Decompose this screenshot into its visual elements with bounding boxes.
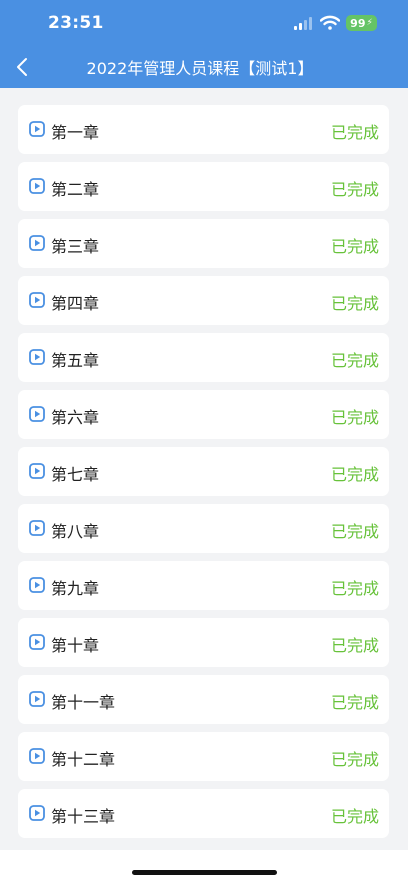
play-video-icon — [29, 178, 45, 194]
chapter-row[interactable]: 第十一章 已完成 — [18, 675, 389, 724]
header: 23:51 99 ⚡ 2022年管理人员课程【测试1】 — [0, 0, 408, 88]
chapter-row[interactable]: 第十三章 已完成 — [18, 789, 389, 838]
bottom-safe-area — [0, 850, 408, 883]
chapter-row[interactable]: 第五章 已完成 — [18, 333, 389, 382]
play-video-icon — [29, 805, 45, 821]
chapter-title: 第十三章 — [51, 807, 116, 826]
chapter-status: 已完成 — [330, 750, 379, 769]
chapter-row[interactable]: 第一章 已完成 — [18, 105, 389, 154]
chapter-status: 已完成 — [330, 636, 379, 655]
home-indicator[interactable] — [132, 870, 277, 875]
play-video-icon — [29, 691, 45, 707]
chapter-status: 已完成 — [330, 294, 379, 313]
chapter-row[interactable]: 第八章 已完成 — [18, 504, 389, 553]
chapter-title: 第二章 — [51, 180, 100, 199]
chapter-title: 第七章 — [51, 465, 100, 484]
charging-bolt-icon: ⚡ — [366, 18, 373, 28]
chapter-title: 第九章 — [51, 579, 100, 598]
battery-indicator: 99 ⚡ — [346, 15, 377, 31]
chapter-row[interactable]: 第三章 已完成 — [18, 219, 389, 268]
chapter-row[interactable]: 第二章 已完成 — [18, 162, 389, 211]
chapter-title: 第八章 — [51, 522, 100, 541]
chapter-status: 已完成 — [330, 351, 379, 370]
play-video-icon — [29, 463, 45, 479]
chapter-row[interactable]: 第十章 已完成 — [18, 618, 389, 667]
page-title: 2022年管理人员课程【测试1】 — [86, 59, 314, 78]
chapter-status: 已完成 — [330, 807, 379, 826]
chapter-status: 已完成 — [330, 237, 379, 256]
chapter-title: 第五章 — [51, 351, 100, 370]
play-video-icon — [29, 406, 45, 422]
chapter-row[interactable]: 第十二章 已完成 — [18, 732, 389, 781]
battery-level: 99 — [350, 16, 366, 30]
play-video-icon — [29, 748, 45, 764]
chapter-title: 第一章 — [51, 123, 100, 142]
play-video-icon — [29, 634, 45, 650]
chapter-row[interactable]: 第七章 已完成 — [18, 447, 389, 496]
play-video-icon — [29, 121, 45, 137]
play-video-icon — [29, 349, 45, 365]
chapter-status: 已完成 — [330, 180, 379, 199]
chapter-status: 已完成 — [330, 465, 379, 484]
chapter-row[interactable]: 第六章 已完成 — [18, 390, 389, 439]
play-video-icon — [29, 520, 45, 536]
wifi-icon — [320, 15, 340, 30]
chapter-status: 已完成 — [330, 579, 379, 598]
play-video-icon — [29, 235, 45, 251]
chapter-row[interactable]: 第九章 已完成 — [18, 561, 389, 610]
chapter-title: 第三章 — [51, 237, 100, 256]
chapter-status: 已完成 — [330, 123, 379, 142]
chapter-title: 第四章 — [51, 294, 100, 313]
status-time: 23:51 — [48, 13, 104, 33]
chapter-status: 已完成 — [330, 408, 379, 427]
chapter-row[interactable]: 第四章 已完成 — [18, 276, 389, 325]
status-bar: 23:51 99 ⚡ — [0, 0, 408, 48]
cellular-signal-icon — [294, 17, 312, 30]
play-video-icon — [29, 292, 45, 308]
chapter-status: 已完成 — [330, 522, 379, 541]
chapter-status: 已完成 — [330, 693, 379, 712]
chapter-title: 第十章 — [51, 636, 100, 655]
play-video-icon — [29, 577, 45, 593]
chapter-title: 第十二章 — [51, 750, 116, 769]
chapter-title: 第十一章 — [51, 693, 116, 712]
nav-bar: 2022年管理人员课程【测试1】 — [0, 48, 408, 88]
chapter-title: 第六章 — [51, 408, 100, 427]
